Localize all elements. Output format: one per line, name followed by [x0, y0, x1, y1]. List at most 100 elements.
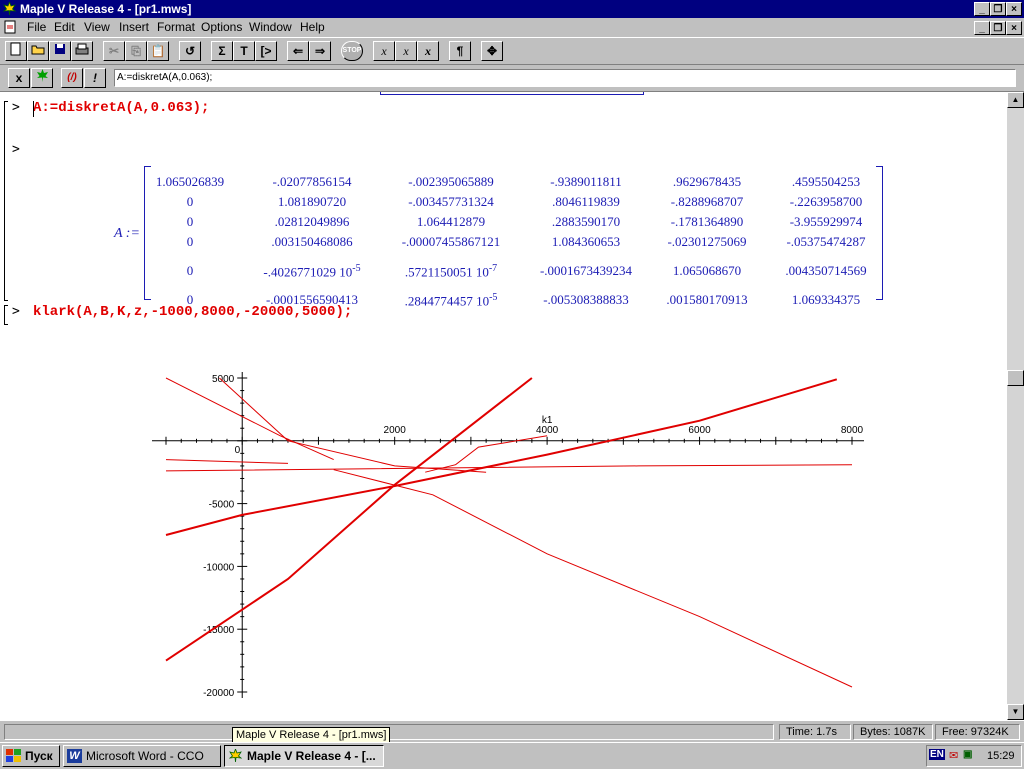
- scroll-thumb[interactable]: [1007, 370, 1024, 386]
- scroll-up-button[interactable]: ▲: [1007, 92, 1024, 108]
- matrix-cell: .8046119839: [552, 194, 620, 209]
- context-toolbar: x (/) ! A:=diskretA(A,0.063);: [0, 66, 1024, 92]
- x-tick-label: 8000: [841, 425, 864, 436]
- maple-leaf-icon: [229, 749, 242, 762]
- matrix-cell: -.9389011811: [550, 174, 622, 189]
- new-file-button[interactable]: [5, 41, 27, 61]
- menu-edit[interactable]: Edit: [54, 20, 75, 34]
- taskbar-maple[interactable]: Maple V Release 4 - [...: [224, 745, 384, 767]
- taskbar-maple-label: Maple V Release 4 - [...: [247, 749, 376, 763]
- matrix-cell: -.1781364890: [670, 214, 744, 229]
- matrix-cell: .2844774457 10-5: [405, 292, 498, 309]
- start-button[interactable]: Пуск: [2, 745, 60, 767]
- paste-icon[interactable]: 📋: [147, 41, 169, 61]
- text-cursor: [33, 101, 34, 117]
- matrix-left-bracket: [144, 166, 151, 300]
- menu-file[interactable]: File: [27, 20, 46, 34]
- menu-view[interactable]: View: [84, 20, 110, 34]
- menu-help[interactable]: Help: [300, 20, 325, 34]
- math-x3-button[interactable]: x: [417, 41, 439, 61]
- network-icon[interactable]: ▣: [963, 749, 972, 760]
- restore-button[interactable]: ❐: [990, 2, 1006, 16]
- start-label: Пуск: [25, 749, 53, 763]
- command-diskreta[interactable]: A:=diskretA(A,0.063);: [33, 100, 209, 116]
- matrix-cell: 1.069334375: [791, 292, 861, 307]
- math-x-button[interactable]: x: [373, 41, 395, 61]
- cut-icon[interactable]: ✂: [103, 41, 125, 61]
- main-toolbar: ✂ ⎘ 📋 ↺ Σ T [> ⇐ ⇒ STOP x x x ¶ ✥: [0, 37, 1024, 65]
- group-bracket[interactable]: [4, 101, 8, 301]
- matrix-cell: -3.955929974: [789, 214, 863, 229]
- doc-close-button[interactable]: ×: [1006, 21, 1022, 35]
- math-x2-button[interactable]: x: [395, 41, 417, 61]
- sum-button[interactable]: Σ: [211, 41, 233, 61]
- maple-leaf-button[interactable]: [31, 68, 53, 88]
- language-indicator[interactable]: EN: [929, 749, 945, 760]
- execute-button[interactable]: !: [84, 68, 106, 88]
- matrix-cell: .02812049896: [274, 214, 350, 229]
- y-tick-label: 5000: [212, 374, 235, 385]
- stop-icon[interactable]: STOP: [341, 41, 363, 61]
- print-button[interactable]: [71, 41, 93, 61]
- menu-insert[interactable]: Insert: [119, 20, 149, 34]
- exec-group-button[interactable]: [>: [255, 41, 277, 61]
- series-line: [165, 459, 289, 464]
- document-icon[interactable]: [3, 20, 17, 34]
- matrix-cell: 1.065068670: [672, 263, 742, 278]
- matrix-cell: -.2263958700: [789, 194, 863, 209]
- menu-options[interactable]: Options: [201, 20, 242, 34]
- matrix-cell: 1.081890720: [277, 194, 347, 209]
- matrix-mantissa: .2844774457 10: [404, 293, 490, 309]
- series-line: [165, 377, 533, 662]
- open-folder-button[interactable]: [27, 41, 49, 61]
- command-klark[interactable]: klark(A,B,K,z,-1000,8000,-20000,5000);: [33, 304, 352, 320]
- close-button[interactable]: ×: [1006, 2, 1022, 16]
- matrix-cell: .4595504253: [791, 174, 861, 189]
- matrix-exponent: -5: [489, 292, 498, 303]
- plot[interactable]: 2000 4000 6000 8000 5000 -5000 -10000 -15000 -20…: [140, 362, 900, 702]
- undo-button[interactable]: ↺: [179, 41, 201, 61]
- minimize-button[interactable]: _: [974, 2, 990, 16]
- group-bracket[interactable]: [4, 305, 8, 325]
- matrix-cell: .9629678435: [672, 174, 742, 189]
- matrix-cell: -.4026771029 10-5: [263, 263, 360, 280]
- doc-minimize-button[interactable]: _: [974, 21, 990, 35]
- mail-icon[interactable]: ✉: [949, 749, 958, 762]
- system-tray: EN ✉ ▣ 15:29: [926, 745, 1022, 767]
- outdent-button[interactable]: ⇐: [287, 41, 309, 61]
- x-tick-label: 6000: [688, 425, 711, 436]
- move-icon[interactable]: ✥: [481, 41, 503, 61]
- matrix-exponent: -5: [352, 263, 361, 274]
- x-axis-label: k1: [542, 415, 553, 426]
- clock: 15:29: [987, 750, 1015, 762]
- scroll-down-button[interactable]: ▼: [1007, 704, 1024, 720]
- command-input[interactable]: A:=diskretA(A,0.063);: [114, 69, 1016, 87]
- doc-restore-button[interactable]: ❐: [990, 21, 1006, 35]
- taskbar-word[interactable]: W Microsoft Word - CCO: [63, 745, 221, 767]
- matrix-mantissa: -.4026771029 10: [263, 264, 353, 280]
- paragraph-button[interactable]: ¶: [449, 41, 471, 61]
- menu-format[interactable]: Format: [157, 20, 195, 34]
- menu-window[interactable]: Window: [249, 20, 292, 34]
- indent-button[interactable]: ⇒: [309, 41, 331, 61]
- title-bar: Maple V Release 4 - [pr1.mws] _ ❐ ×: [0, 0, 1024, 18]
- matrix-cell: -.002395065889: [408, 174, 494, 189]
- save-button[interactable]: [49, 41, 71, 61]
- x-tick-label: 2000: [384, 425, 407, 436]
- origin-label: 0: [235, 445, 241, 456]
- function-button[interactable]: (/): [61, 68, 83, 88]
- matrix-cell: .004350714569: [785, 263, 867, 278]
- vertical-scrollbar[interactable]: ▲ ▼: [1007, 92, 1024, 720]
- taskbar: Пуск W Microsoft Word - CCO Maple V Rele…: [0, 742, 1024, 769]
- clear-button[interactable]: x: [8, 68, 30, 88]
- y-tick-label: -5000: [209, 500, 235, 511]
- word-icon: W: [67, 749, 82, 763]
- matrix-cell: -.003457731324: [408, 194, 494, 209]
- text-button[interactable]: T: [233, 41, 255, 61]
- matrix-cell: 1.084360653: [551, 234, 621, 249]
- matrix-cell: -.00007455867121: [401, 234, 501, 249]
- matrix-cell: 0: [186, 194, 194, 209]
- worksheet[interactable]: > A:=diskretA(A,0.063); > A := 1.0650268…: [0, 92, 1007, 720]
- matrix-mantissa: .5721150051 10: [404, 264, 489, 280]
- copy-icon[interactable]: ⎘: [125, 41, 147, 61]
